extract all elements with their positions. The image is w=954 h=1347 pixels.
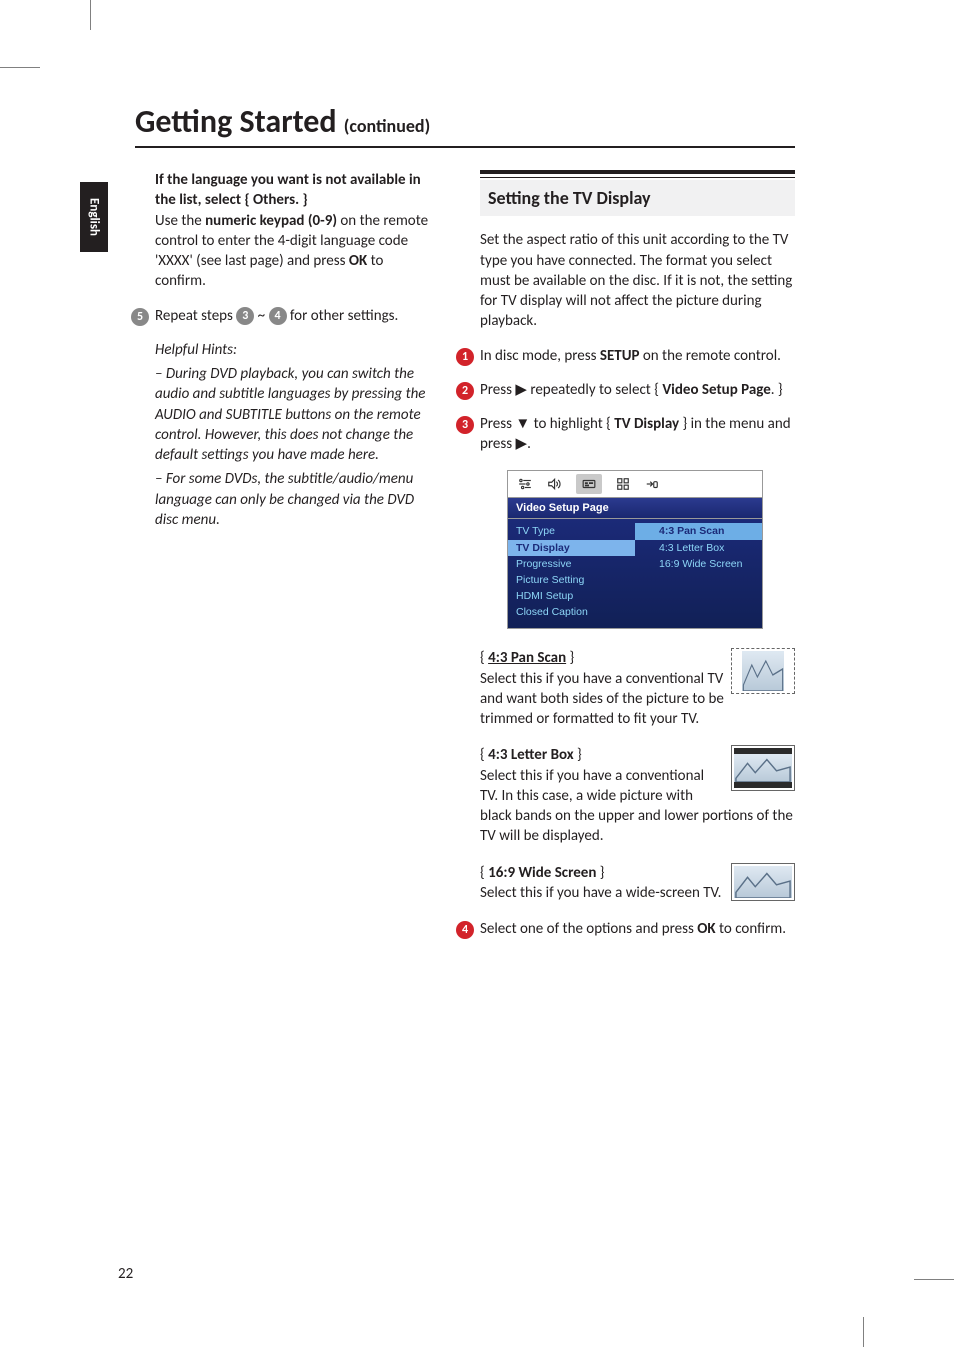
s1b: SETUP xyxy=(600,347,640,365)
step5-c: ~ xyxy=(254,307,268,325)
step-5-badge: 5 xyxy=(131,308,149,326)
osd-left-list: TV Type TV Display Progressive Picture S… xyxy=(508,519,635,628)
opt3-label: 16:9 Wide Screen xyxy=(488,864,596,882)
opt2-label: 4:3 Letter Box xyxy=(488,746,574,764)
s4b: OK xyxy=(697,920,715,938)
step-4-badge: 4 xyxy=(456,921,474,939)
osd-titlebar: Video Setup Page xyxy=(507,498,763,520)
osd-left-item: Picture Setting xyxy=(508,572,635,588)
step-2: 2 Press ▶ repeatedly to select { Video S… xyxy=(480,380,795,400)
keypad-b: numeric keypad (0-9) xyxy=(205,212,337,230)
language-tab: English xyxy=(80,182,108,252)
page-title: Getting Started (continued) xyxy=(135,102,430,141)
step-1: 1 In disc mode, press SETUP on the remot… xyxy=(480,346,795,366)
s2b: repeatedly to select { xyxy=(527,381,662,399)
speaker-icon xyxy=(546,477,562,491)
right-column: Setting the TV Display Set the aspect ra… xyxy=(480,170,795,953)
language-tab-label: English xyxy=(87,198,102,236)
section-rule-thin xyxy=(480,177,795,178)
page-number: 22 xyxy=(118,1265,133,1283)
option-pan-scan: { 4:3 Pan Scan } Select this if you have… xyxy=(480,648,795,729)
title-rule xyxy=(135,146,795,148)
option-wide-screen: { 16:9 Wide Screen } Select this if you … xyxy=(480,863,795,904)
osd-right-list: 4:3 Pan Scan 4:3 Letter Box 16:9 Wide Sc… xyxy=(635,519,762,628)
section-rule-thick xyxy=(480,170,795,174)
step-3: 3 Press ▼ to highlight { TV Display } in… xyxy=(480,414,795,455)
osd-tabs xyxy=(507,470,763,498)
s4c: to confirm. xyxy=(716,920,786,938)
opt1-label: 4:3 Pan Scan xyxy=(488,649,566,667)
s3a: Press xyxy=(480,415,515,433)
others-bold: If the language you want is not availabl… xyxy=(155,171,421,209)
s3b: to highlight { xyxy=(530,415,614,433)
hint-1: – During DVD playback, you can switch th… xyxy=(155,364,435,465)
step-2-badge: 2 xyxy=(456,382,474,400)
section-intro: Set the aspect ratio of this unit accord… xyxy=(480,230,795,331)
title-suffix: (continued) xyxy=(344,115,430,137)
crop-mark xyxy=(0,67,40,68)
step-4-badge-inline: 4 xyxy=(269,307,287,325)
step5-a: Repeat steps xyxy=(155,307,236,325)
osd-right-item: 16:9 Wide Screen xyxy=(635,556,762,572)
step5-e: for other settings. xyxy=(287,307,399,325)
osd-right-item: 4:3 Pan Scan xyxy=(635,523,762,539)
arrow-lock-icon xyxy=(644,477,660,491)
osd-left-item: TV Type xyxy=(508,523,635,539)
step-1-badge: 1 xyxy=(456,348,474,366)
pan-scan-thumb xyxy=(731,648,795,694)
play-right-icon: ▶ xyxy=(515,381,527,399)
crop-mark xyxy=(90,0,91,30)
step-5: 5 Repeat steps 3 ~ 4 for other settings. xyxy=(155,306,435,326)
s2a: Press xyxy=(480,381,515,399)
option-letter-box: { 4:3 Letter Box } Select this if you ha… xyxy=(480,745,795,846)
hint-2: – For some DVDs, the subtitle/audio/menu… xyxy=(155,469,435,530)
s2d: . } xyxy=(771,381,783,399)
letter-box-thumb xyxy=(731,745,795,791)
osd-right-item: 4:3 Letter Box xyxy=(635,540,762,556)
wide-screen-thumb xyxy=(731,863,795,901)
hints-title: Helpful Hints: xyxy=(155,340,435,360)
osd-left-item: Closed Caption xyxy=(508,604,635,620)
title-text: Getting Started xyxy=(135,102,337,141)
step-3-badge: 3 xyxy=(456,416,474,434)
others-paragraph: If the language you want is not availabl… xyxy=(155,170,435,292)
osd-left-item: Progressive xyxy=(508,556,635,572)
step-4: 4 Select one of the options and press OK… xyxy=(480,919,795,939)
s1a: In disc mode, press xyxy=(480,347,600,365)
play-right-icon-2: ▶ xyxy=(516,435,528,453)
down-arrow-icon: ▼ xyxy=(515,415,530,433)
s3e: . xyxy=(527,435,531,453)
section-title: Setting the TV Display xyxy=(480,180,795,216)
left-column: If the language you want is not availabl… xyxy=(155,170,435,544)
s3c: TV Display xyxy=(614,415,679,433)
crop-mark xyxy=(863,1317,864,1347)
s4a: Select one of the options and press xyxy=(480,920,697,938)
opt3-body: Select this if you have a wide-screen TV… xyxy=(480,884,721,902)
osd-body: TV Type TV Display Progressive Picture S… xyxy=(507,519,763,629)
osd-left-item: TV Display xyxy=(508,540,635,556)
osd-menu: Video Setup Page TV Type TV Display Prog… xyxy=(506,469,764,631)
settings-icon xyxy=(518,477,532,491)
keypad-d: OK xyxy=(349,252,367,270)
crop-mark xyxy=(914,1279,954,1280)
keypad-a: Use the xyxy=(155,212,205,230)
s1c: on the remote control. xyxy=(639,347,780,365)
osd-left-item: HDMI Setup xyxy=(508,588,635,604)
step-3-badge-inline: 3 xyxy=(236,307,254,325)
video-icon xyxy=(576,474,602,494)
grid-icon xyxy=(616,477,630,491)
s2c: Video Setup Page xyxy=(662,381,770,399)
opt1-body: Select this if you have a conventional T… xyxy=(480,670,724,729)
